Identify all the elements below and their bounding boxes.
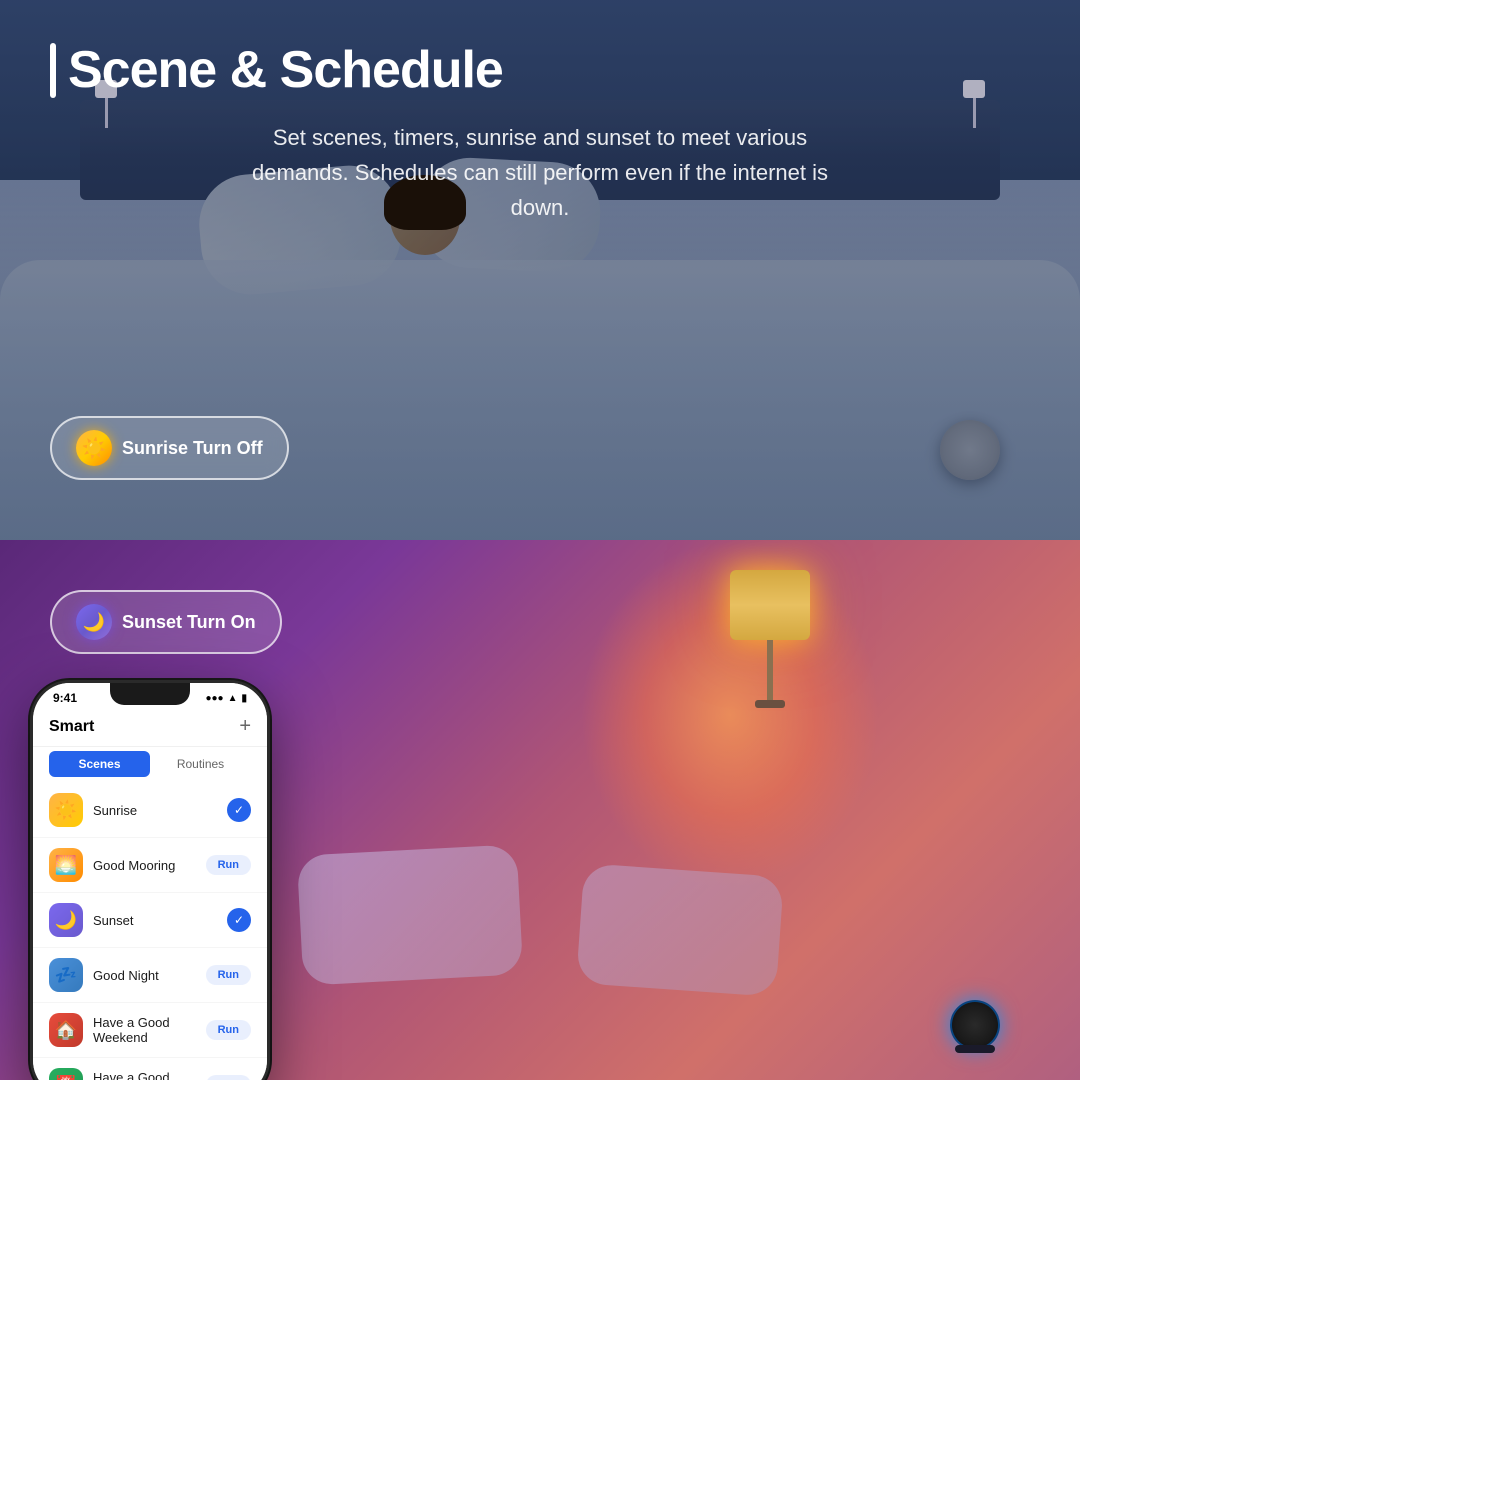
scene-icon-0: ☀️ [49,793,83,827]
scene-item-4[interactable]: 🏠 Have a Good Weekend Run [33,1003,267,1058]
pillow-b1 [297,844,524,985]
sunrise-button-label: Sunrise Turn Off [122,438,263,459]
lamp-shade [730,570,810,640]
scene-name-0: Sunrise [93,803,217,818]
phone-app-title: Smart [49,718,94,736]
sunset-button-label: Sunset Turn On [122,612,256,633]
scene-item-1[interactable]: 🌅 Good Mooring Run [33,838,267,893]
status-icons: ●●● ▲ ▮ [205,693,247,704]
status-time: 9:41 [53,691,77,705]
bedside-lamp [730,570,810,708]
scene-name-3: Good Night [93,968,196,983]
main-title: Scene & Schedule [68,40,503,100]
scene-check-0[interactable]: ✓ [227,798,251,822]
phone-tabs: Scenes Routines [33,747,267,783]
subtitle: Set scenes, timers, sunrise and sunset t… [240,120,840,226]
scene-icon-3: 💤 [49,958,83,992]
battery-icon: ▮ [241,693,247,704]
signal-icon: ●●● [205,693,223,704]
bottom-section: 🌙 Sunset Turn On 9:41 ●●● ▲ ▮ Smart + [0,540,1080,1080]
scene-list: ☀️ Sunrise ✓ 🌅 Good Mooring Run 🌙 Sunset ✓ 💤 Good … [33,783,267,1080]
scene-name-4: Have a Good Weekend [93,1015,196,1045]
phone-notch [110,683,190,705]
scene-item-2[interactable]: 🌙 Sunset ✓ [33,893,267,948]
title-bar [50,43,56,98]
lamp-pole [767,640,773,700]
tab-routines[interactable]: Routines [150,751,251,777]
top-section: Scene & Schedule Set scenes, timers, sun… [0,0,1080,540]
scene-item-0[interactable]: ☀️ Sunrise ✓ [33,783,267,838]
scene-item-5[interactable]: 📅 Have a Good Weekend Run [33,1058,267,1080]
sunset-icon: 🌙 [76,604,112,640]
scene-run-button-5[interactable]: Run [206,1075,251,1080]
sunrise-turn-off-button[interactable]: ☀️ Sunrise Turn Off [50,416,289,480]
wifi-icon: ▲ [228,693,238,704]
scene-icon-4: 🏠 [49,1013,83,1047]
scene-run-button-4[interactable]: Run [206,1020,251,1040]
phone-header: Smart + [33,709,267,747]
scene-icon-1: 🌅 [49,848,83,882]
scene-icon-2: 🌙 [49,903,83,937]
scene-name-1: Good Mooring [93,858,196,873]
bottom-pillows [300,850,780,1000]
scene-run-button-3[interactable]: Run [206,965,251,985]
echo-dot [950,1000,1000,1050]
scene-item-3[interactable]: 💤 Good Night Run [33,948,267,1003]
lamp-base [755,700,785,708]
scene-name-5: Have a Good Weekend [93,1070,196,1080]
pillow-b2 [576,863,784,997]
phone-container: 9:41 ●●● ▲ ▮ Smart + Scenes Routines ☀️ S… [30,680,270,1080]
sunrise-icon: ☀️ [76,430,112,466]
scene-run-button-1[interactable]: Run [206,855,251,875]
scene-icon-5: 📅 [49,1068,83,1080]
add-scene-button[interactable]: + [239,715,251,738]
phone-mockup: 9:41 ●●● ▲ ▮ Smart + Scenes Routines ☀️ S… [30,680,270,1080]
section-title: Scene & Schedule [50,40,1030,100]
sunset-turn-on-button[interactable]: 🌙 Sunset Turn On [50,590,282,654]
tab-scenes[interactable]: Scenes [49,751,150,777]
phone-notch-area: 9:41 ●●● ▲ ▮ [33,683,267,709]
scene-name-2: Sunset [93,913,217,928]
top-content: Scene & Schedule Set scenes, timers, sun… [0,0,1080,226]
scene-check-2[interactable]: ✓ [227,908,251,932]
